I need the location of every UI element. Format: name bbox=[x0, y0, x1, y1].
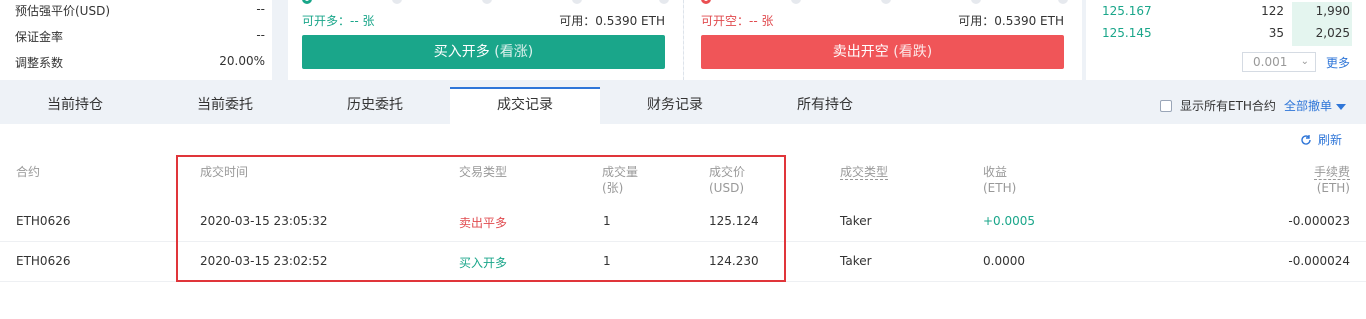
slider-dot[interactable] bbox=[881, 0, 891, 4]
cell-contract: ETH0626 bbox=[16, 254, 71, 268]
annotation-highlight-box bbox=[176, 155, 786, 282]
slider-dot[interactable] bbox=[1058, 0, 1068, 4]
sell-button-label: 卖出开空 bbox=[832, 44, 889, 60]
slider-dot[interactable] bbox=[659, 0, 669, 4]
show-all-checkbox[interactable] bbox=[1160, 100, 1172, 112]
liquidation-price-value: -- bbox=[256, 2, 265, 16]
liquidation-price-row: 预估强平价(USD) -- bbox=[15, 2, 265, 22]
chevron-down-icon: ⌄ bbox=[1300, 56, 1309, 67]
slider-dot[interactable] bbox=[791, 0, 801, 4]
buy-leverage-slider[interactable] bbox=[302, 0, 669, 4]
precision-value: 0.001 bbox=[1253, 55, 1288, 69]
cancel-all-button[interactable]: 全部撤单 bbox=[1284, 97, 1347, 114]
order-book-row[interactable]: 125.145 35 2,025 bbox=[1102, 24, 1352, 46]
book-amount: 35 bbox=[1268, 26, 1284, 40]
refresh-label: 刷新 bbox=[1318, 133, 1343, 147]
buy-button-sub: (看涨) bbox=[494, 44, 534, 60]
order-book-panel: 125.167 122 1,990 125.145 35 2,025 0.001… bbox=[1086, 0, 1366, 80]
buy-open-long-button[interactable]: 买入开多 (看涨) bbox=[302, 35, 665, 69]
header-contract: 合约 bbox=[16, 165, 41, 179]
book-price: 125.167 bbox=[1102, 4, 1152, 18]
header-pnl-unit: (ETH) bbox=[983, 181, 1017, 195]
adjust-factor-label: 调整系数 bbox=[15, 56, 64, 70]
cell-fill-type: Taker bbox=[840, 214, 872, 228]
book-total: 1,990 bbox=[1315, 4, 1350, 18]
buy-panel: 可开多：-- 张 可用：0.5390 ETH 买入开多 (看涨) bbox=[288, 0, 683, 80]
can-open-long: 可开多：-- 张 bbox=[302, 14, 375, 28]
tab-order-history[interactable]: 历史委托 bbox=[300, 87, 450, 124]
header-fill-type-label: 成交类型 bbox=[840, 165, 889, 180]
slider-dot[interactable] bbox=[971, 0, 981, 4]
tab-current-orders[interactable]: 当前委托 bbox=[150, 87, 300, 124]
adjust-factor-value: 20.00% bbox=[219, 54, 265, 68]
cell-fee: -0.000024 bbox=[1288, 254, 1350, 268]
header-pnl: 收益 (ETH) bbox=[983, 164, 1016, 196]
header-fee-unit: (ETH) bbox=[1316, 181, 1350, 195]
more-link[interactable]: 更多 bbox=[1326, 54, 1350, 71]
position-info-panel: 预估强平价(USD) -- 保证金率 -- 调整系数 20.00% bbox=[0, 0, 272, 80]
slider-dot[interactable] bbox=[482, 0, 492, 4]
slider-dot[interactable] bbox=[302, 0, 312, 4]
sell-button-sub: (看跌) bbox=[893, 44, 933, 60]
sell-available: 可用：0.5390 ETH bbox=[958, 14, 1064, 28]
precision-select[interactable]: 0.001 ⌄ bbox=[1242, 52, 1316, 72]
book-total: 2,025 bbox=[1315, 26, 1350, 40]
slider-dot[interactable] bbox=[701, 0, 711, 4]
slider-dot[interactable] bbox=[392, 0, 402, 4]
header-fee[interactable]: 手续费 (ETH) bbox=[1313, 164, 1350, 196]
book-amount: 122 bbox=[1261, 4, 1284, 18]
liquidation-price-label: 预估强平价(USD) bbox=[15, 4, 111, 18]
tab-finance-records[interactable]: 财务记录 bbox=[600, 87, 750, 124]
margin-rate-value: -- bbox=[256, 28, 265, 42]
caret-down-icon bbox=[1336, 103, 1347, 110]
margin-rate-row: 保证金率 -- bbox=[15, 28, 265, 48]
buy-available: 可用：0.5390 ETH bbox=[559, 14, 665, 28]
sell-leverage-slider[interactable] bbox=[698, 0, 1068, 4]
cell-fee: -0.000023 bbox=[1288, 214, 1350, 228]
sell-open-short-button[interactable]: 卖出开空 (看跌) bbox=[701, 35, 1064, 69]
header-fee-label: 手续费 bbox=[1313, 165, 1350, 180]
sell-panel: 可开空：-- 张 可用：0.5390 ETH 卖出开空 (看跌) bbox=[684, 0, 1082, 80]
cell-contract: ETH0626 bbox=[16, 214, 71, 228]
book-price: 125.145 bbox=[1102, 26, 1152, 40]
buy-button-label: 买入开多 bbox=[433, 44, 490, 60]
can-open-short: 可开空：-- 张 bbox=[701, 14, 774, 28]
trade-top-area: 预估强平价(USD) -- 保证金率 -- 调整系数 20.00% 可开多：--… bbox=[0, 0, 1366, 80]
tab-all-positions[interactable]: 所有持仓 bbox=[750, 87, 900, 124]
header-fill-type[interactable]: 成交类型 bbox=[840, 164, 889, 180]
cancel-all-label: 全部撤单 bbox=[1284, 99, 1333, 113]
cell-pnl: 0.0000 bbox=[983, 254, 1025, 268]
cell-pnl: +0.0005 bbox=[983, 214, 1036, 228]
refresh-icon bbox=[1301, 135, 1311, 145]
tab-trade-records[interactable]: 成交记录 bbox=[450, 87, 600, 124]
refresh-button[interactable]: 刷新 bbox=[1300, 131, 1342, 148]
margin-rate-label: 保证金率 bbox=[15, 30, 64, 44]
cell-fill-type: Taker bbox=[840, 254, 872, 268]
adjust-factor-row: 调整系数 20.00% bbox=[15, 54, 265, 74]
slider-dot[interactable] bbox=[572, 0, 582, 4]
tab-current-positions[interactable]: 当前持仓 bbox=[0, 87, 150, 124]
record-tabs: 当前持仓 当前委托 历史委托 成交记录 财务记录 所有持仓 显示所有ETH合约 … bbox=[0, 87, 1366, 124]
show-all-label: 显示所有ETH合约 bbox=[1180, 99, 1276, 113]
order-book-row[interactable]: 125.167 122 1,990 bbox=[1102, 2, 1352, 24]
header-pnl-label: 收益 bbox=[983, 165, 1008, 179]
